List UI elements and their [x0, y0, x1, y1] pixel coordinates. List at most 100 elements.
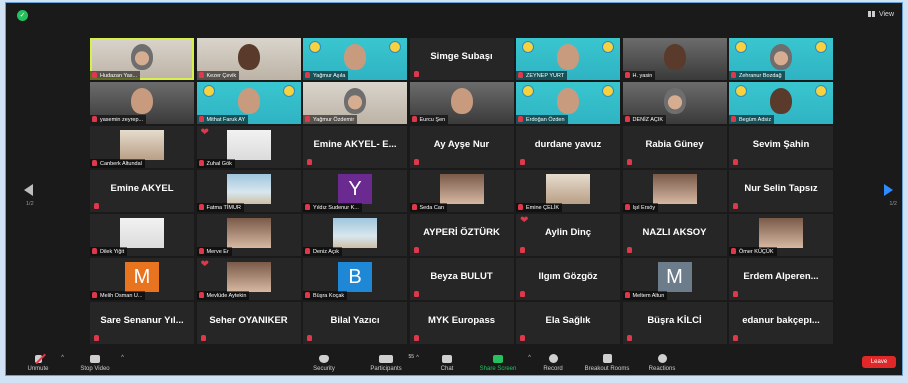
- participant-tile[interactable]: Erdem Alperen...: [729, 258, 833, 300]
- share-screen-button[interactable]: Share Screen ^: [473, 355, 531, 372]
- participant-video-feed: [344, 44, 366, 70]
- participant-tile[interactable]: ❤ Aylin Dinç: [516, 214, 620, 256]
- chevron-up-icon[interactable]: ^: [121, 355, 124, 361]
- reactions-button[interactable]: Reactions: [644, 354, 680, 372]
- participant-tile[interactable]: Seher OYANIKER: [196, 302, 301, 344]
- participant-tile[interactable]: Beyza BULUT: [409, 258, 514, 300]
- participant-tile[interactable]: Merve Er: [196, 214, 301, 256]
- muted-mic-icon: [200, 335, 206, 341]
- participant-tile[interactable]: Dilek Yiğit: [90, 214, 194, 256]
- participant-tile[interactable]: Hudazan Yas...: [90, 38, 194, 80]
- leave-button[interactable]: Leave: [862, 356, 896, 368]
- participant-tile[interactable]: Yağmur Özdemir: [303, 82, 407, 124]
- participants-button[interactable]: 55 Participants ^: [361, 354, 419, 372]
- participant-tile[interactable]: Emine ÇELİK: [516, 170, 620, 212]
- participant-tile[interactable]: Büşra KİLCİ: [622, 302, 727, 344]
- previous-page-arrow-icon[interactable]: [24, 184, 33, 196]
- profile-photo: [759, 218, 803, 248]
- participant-tile[interactable]: Simge Subaşı: [409, 38, 514, 80]
- participant-name: Sare Senanur Yıl...: [100, 315, 184, 326]
- record-button[interactable]: Record: [536, 354, 570, 372]
- participant-name: Yağmur Özdemir: [313, 117, 355, 123]
- muted-mic-icon: [413, 159, 419, 165]
- participant-name: Büşra KİLCİ: [647, 315, 702, 326]
- participant-name-label: Emine ÇELİK: [516, 203, 563, 212]
- participant-name: durdane yavuz: [534, 139, 602, 150]
- participant-tile[interactable]: M Meltem Altun: [622, 258, 727, 300]
- unmute-button[interactable]: Unmute ^: [20, 355, 64, 372]
- muted-mic-icon: [305, 72, 310, 78]
- muted-mic-icon: [411, 204, 417, 210]
- muted-mic-icon: [520, 291, 525, 297]
- participant-tile[interactable]: Emine AKYEL- E...: [303, 126, 407, 168]
- muted-mic-icon: [731, 72, 736, 78]
- chevron-up-icon[interactable]: ^: [528, 355, 531, 361]
- participant-tile[interactable]: NAZLI AKSOY: [622, 214, 727, 256]
- participant-tile[interactable]: Ela Sağlık: [516, 302, 620, 344]
- participant-name-label: Canberk Altundal: [90, 159, 145, 168]
- participant-name: Emine AKYEL- E...: [313, 139, 397, 150]
- participant-tile[interactable]: Ilgım Gözgöz: [516, 258, 620, 300]
- participant-tile[interactable]: Rabia Güney: [622, 126, 727, 168]
- stop-video-label: Stop Video: [80, 366, 110, 372]
- participant-name: AYPERİ ÖZTÜRK: [423, 227, 500, 238]
- participant-tile[interactable]: edanur bakçepı...: [729, 302, 833, 344]
- muted-mic-icon: [92, 160, 97, 166]
- participant-tile[interactable]: M Melih Osman U...: [90, 258, 194, 300]
- security-shield-icon[interactable]: ✓: [17, 10, 28, 21]
- participant-tile[interactable]: DENİZ AÇIK: [622, 82, 727, 124]
- participant-name-label: Fatma TİMUR: [196, 203, 244, 212]
- participant-name: Emine ÇELİK: [526, 205, 560, 211]
- participant-tile[interactable]: Işıl Ersöy: [622, 170, 727, 212]
- profile-photo: [226, 174, 271, 204]
- participant-tile[interactable]: Ömer KÜÇÜK: [729, 214, 833, 256]
- participant-tile[interactable]: Mithat Faruk AY: [196, 82, 301, 124]
- participant-tile[interactable]: Nur Selin Tapsız: [729, 170, 833, 212]
- meeting-toolbar: Unmute ^ Stop Video ^ Security 55 Partic…: [6, 348, 902, 375]
- chevron-up-icon[interactable]: ^: [416, 355, 419, 361]
- participant-tile[interactable]: Y Yıldız Sudenur K...: [303, 170, 407, 212]
- participant-tile[interactable]: durdane yavuz: [516, 126, 620, 168]
- participant-tile[interactable]: Emine AKYEL: [90, 170, 194, 212]
- muted-mic-icon: [307, 159, 312, 165]
- participant-tile[interactable]: Begüm Adsiz: [729, 82, 833, 124]
- participant-tile[interactable]: Ay Ayşe Nur: [409, 126, 514, 168]
- muted-mic-icon: [198, 160, 204, 166]
- participant-tile[interactable]: Erdoğan Özden: [516, 82, 620, 124]
- chevron-up-icon[interactable]: ^: [61, 355, 64, 361]
- participant-video-feed: [770, 88, 792, 114]
- participant-tile[interactable]: ❤ Zuhal Gök: [196, 126, 301, 168]
- participant-tile[interactable]: Yağmur Aşıla: [303, 38, 407, 80]
- participant-tile[interactable]: Deniz Açık: [303, 214, 407, 256]
- participant-tile[interactable]: Canberk Altundal: [90, 126, 194, 168]
- gallery-grid-icon: [868, 11, 875, 17]
- muted-mic-icon: [624, 292, 630, 298]
- participant-tile[interactable]: ❤ Mevlüde Aytekin: [196, 258, 301, 300]
- stop-video-button[interactable]: Stop Video ^: [74, 355, 124, 372]
- chat-button[interactable]: Chat: [432, 355, 462, 372]
- participant-tile[interactable]: Bilal Yazıcı: [303, 302, 407, 344]
- muted-mic-icon: [198, 72, 204, 78]
- participant-tile[interactable]: Eurcu Şen: [409, 82, 514, 124]
- participant-tile[interactable]: B Büşra Koçak: [303, 258, 407, 300]
- next-page-arrow-icon[interactable]: [884, 184, 893, 196]
- participant-video-feed: [663, 88, 686, 114]
- participant-tile[interactable]: Sevim Şahin: [729, 126, 833, 168]
- participant-tile[interactable]: H. yasin: [622, 38, 727, 80]
- participant-tile[interactable]: Kezer Çevik: [196, 38, 301, 80]
- participant-tile[interactable]: Seda Can: [409, 170, 514, 212]
- participant-tile[interactable]: MYK Europass: [409, 302, 514, 344]
- muted-mic-icon: [198, 116, 204, 122]
- participant-tile[interactable]: Fatma TİMUR: [196, 170, 301, 212]
- participant-name: Ay Ayşe Nur: [433, 139, 490, 150]
- participant-tile[interactable]: Zehranur Bozdağ: [729, 38, 833, 80]
- view-label: View: [878, 11, 894, 18]
- participant-name-label: Büşra Koçak: [303, 291, 348, 300]
- participant-tile[interactable]: Sare Senanur Yıl...: [90, 302, 194, 344]
- participant-tile[interactable]: yasemin zeyrep...: [90, 82, 194, 124]
- participant-tile[interactable]: AYPERİ ÖZTÜRK: [409, 214, 514, 256]
- view-button[interactable]: View: [868, 11, 894, 18]
- participant-tile[interactable]: ZEYNEP YURT: [516, 38, 620, 80]
- security-button[interactable]: Security: [306, 355, 342, 372]
- breakout-rooms-button[interactable]: Breakout Rooms: [578, 354, 636, 372]
